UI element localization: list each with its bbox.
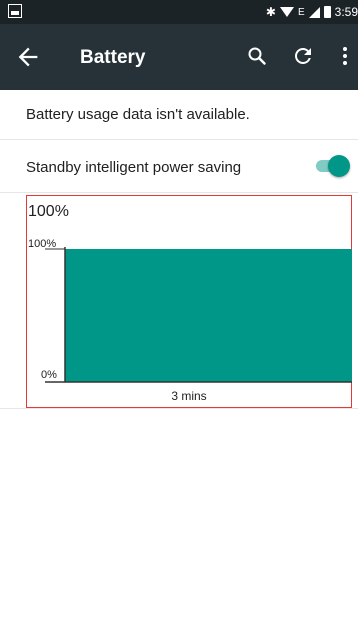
more-options-button[interactable] [333, 44, 357, 68]
search-button[interactable] [245, 44, 269, 68]
usage-message-row: Battery usage data isn't available. [0, 90, 358, 140]
signal-icon [308, 6, 320, 18]
toolbar: Battery [0, 24, 358, 90]
battery-history-chart[interactable]: 100% 100% 0% 3 mins [26, 195, 352, 408]
standby-power-saving-toggle[interactable] [316, 155, 350, 177]
arrow-back-icon [18, 47, 38, 67]
search-icon [248, 47, 266, 65]
battery-icon [323, 6, 331, 18]
status-time: 3:59 [334, 5, 358, 19]
usage-message: Battery usage data isn't available. [26, 106, 250, 123]
wifi-icon [279, 7, 294, 17]
toggle-thumb [328, 155, 350, 177]
x-tick-label: 3 mins [171, 389, 207, 403]
refresh-button[interactable] [291, 44, 315, 68]
more-vert-icon [343, 47, 347, 65]
standby-power-saving-row[interactable]: Standby intelligent power saving [0, 140, 358, 193]
status-icons: ✱ E 3:59 [266, 0, 358, 24]
chart-plot [45, 247, 352, 383]
network-type-label: E [297, 6, 305, 18]
refresh-icon [295, 48, 311, 64]
battery-level-area [65, 249, 352, 382]
screenshot-notification-icon [8, 4, 22, 18]
back-button[interactable] [14, 43, 42, 71]
page-title: Battery [80, 47, 146, 68]
bluetooth-icon: ✱ [265, 5, 276, 19]
status-bar: ✱ E 3:59 [0, 0, 358, 24]
standby-power-saving-label: Standby intelligent power saving [26, 159, 242, 176]
divider [0, 408, 358, 409]
